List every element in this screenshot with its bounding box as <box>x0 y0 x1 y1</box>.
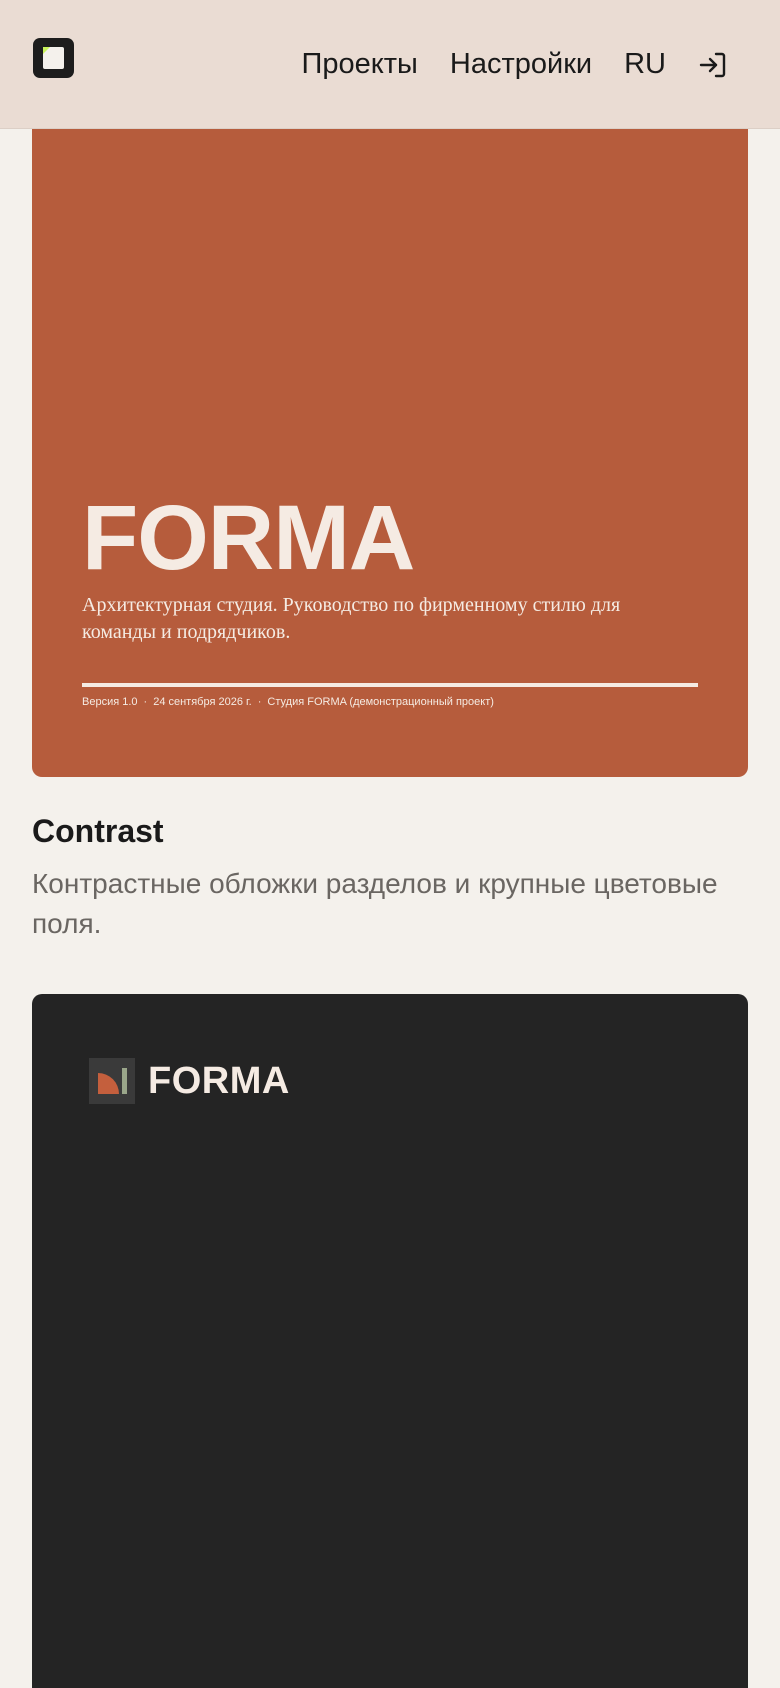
meta-separator: · <box>257 696 262 708</box>
meta-studio: Студия FORMA (демонстрационный проект) <box>267 696 494 708</box>
meta-separator: · <box>143 696 148 708</box>
document-fold-shape <box>43 47 50 54</box>
hero-meta: Версия 1.0 · 24 сентября 2026 г. · Студия FO… <box>82 696 494 708</box>
app-logo-icon[interactable] <box>33 38 74 78</box>
logo-bar-shape <box>122 1068 127 1094</box>
nav-settings-link[interactable]: Настройки <box>450 48 592 81</box>
hero-divider <box>82 683 698 687</box>
nav-projects-link[interactable]: Проекты <box>302 48 418 81</box>
logo-quarter-shape <box>98 1073 119 1094</box>
section-title: Contrast <box>32 813 164 849</box>
hero-title: FORMA <box>82 487 415 589</box>
meta-date: 24 сентября 2026 г. <box>153 696 252 708</box>
language-switch[interactable]: RU <box>624 48 666 81</box>
hero-cover-card: FORMA Архитектурная студия. Руководство … <box>32 100 748 777</box>
top-header: Проекты Настройки RU <box>0 0 780 129</box>
section-description: Контрастные обложки разделов и крупные ц… <box>32 868 718 939</box>
dark-cover-card: FORMA <box>32 994 748 1688</box>
forma-logo-icon <box>89 1058 135 1104</box>
main-nav: Проекты Настройки RU <box>302 0 728 129</box>
login-arrow-icon[interactable] <box>698 50 728 80</box>
meta-version: Версия 1.0 <box>82 696 138 708</box>
brand-wordmark: FORMA <box>148 1060 290 1102</box>
page: Проекты Настройки RU FORMA Архитектурная… <box>0 0 780 1688</box>
hero-subtitle: Архитектурная студия. Руководство по фир… <box>82 594 621 643</box>
brand-lockup: FORMA <box>89 1058 290 1104</box>
